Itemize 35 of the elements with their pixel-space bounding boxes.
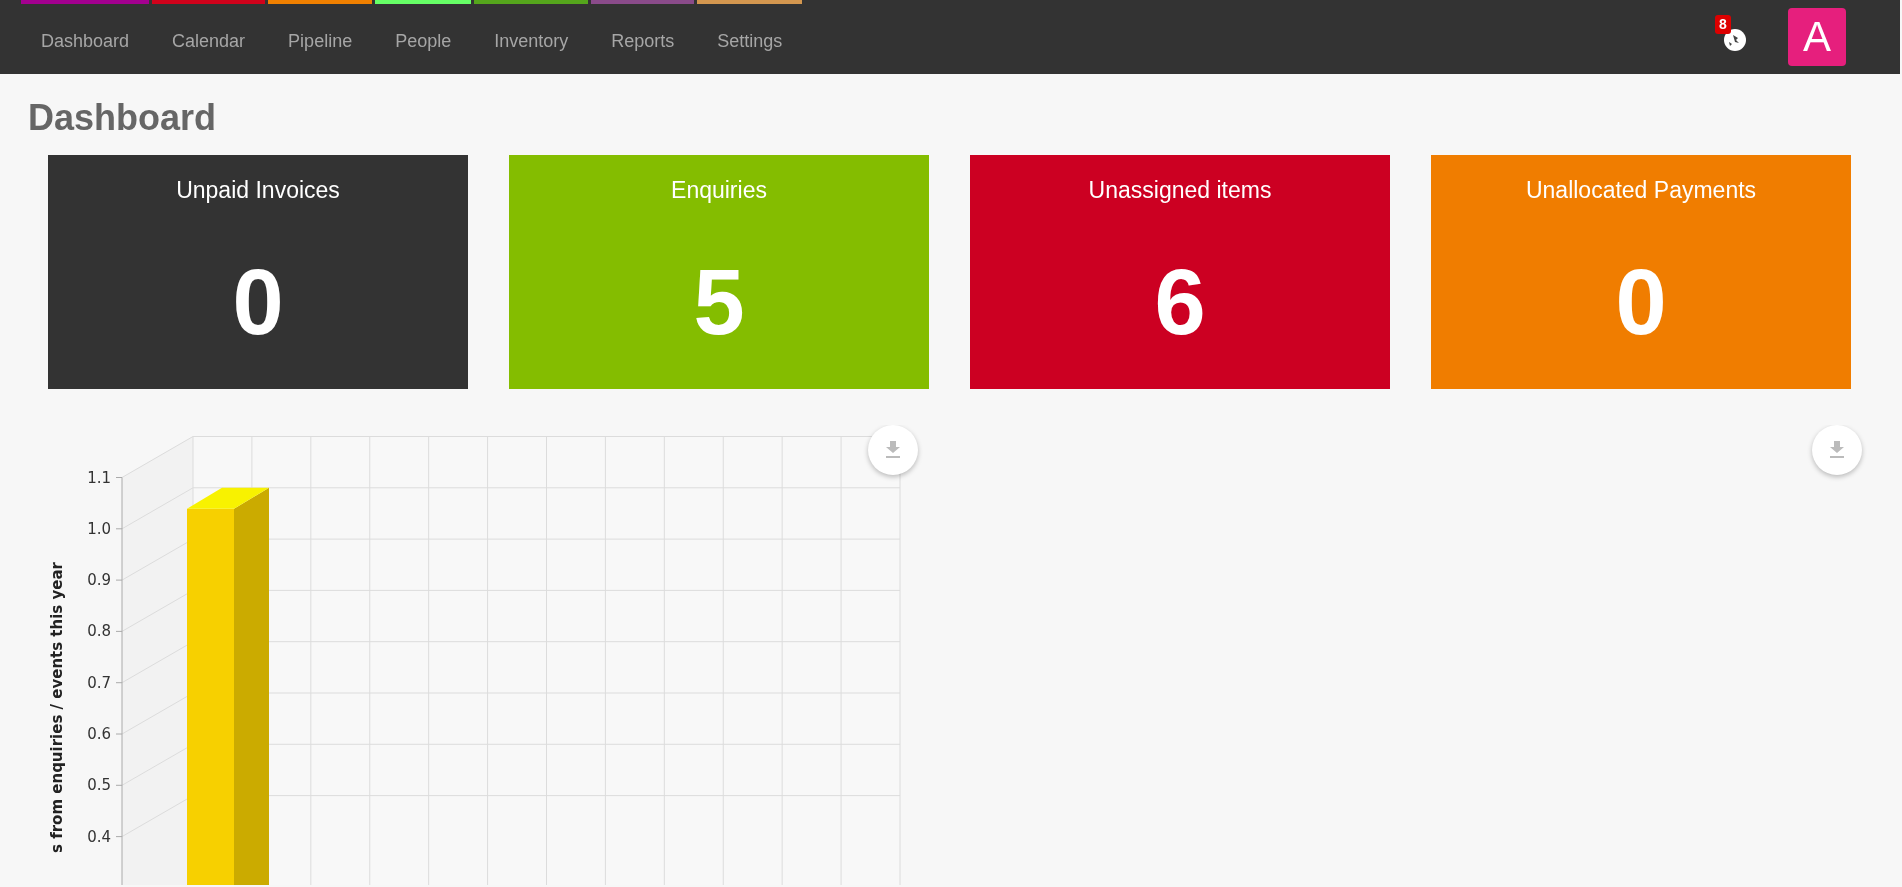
nav-link[interactable]: Inventory <box>474 4 589 52</box>
download-button[interactable] <box>1812 425 1862 475</box>
tick-label: 0.6 <box>87 725 111 743</box>
tick-label: 1.1 <box>87 468 111 487</box>
stat-card[interactable]: Unallocated Payments 0 <box>1431 155 1851 389</box>
download-button[interactable] <box>868 425 918 475</box>
stat-card[interactable]: Unpaid Invoices 0 <box>48 155 468 389</box>
card-title: Enquiries <box>671 177 767 204</box>
tick-label: 0.5 <box>87 776 111 795</box>
card-value: 5 <box>693 256 745 348</box>
tick-label: 1.0 <box>87 519 111 538</box>
notification-badge: 8 <box>1715 15 1731 34</box>
tick-label: 0.7 <box>87 673 111 692</box>
card-title: Unallocated Payments <box>1525 177 1757 204</box>
tick-label: 0.4 <box>87 827 111 846</box>
nav-link[interactable]: Settings <box>697 4 803 52</box>
stat-card[interactable]: Unassigned items 6 <box>970 155 1390 389</box>
axis-title: s from enquiries / events this year <box>48 562 66 853</box>
page-title: Dashboard <box>28 100 218 136</box>
nav-link[interactable]: Dashboard <box>21 4 150 52</box>
globe-icon[interactable] <box>1724 29 1746 51</box>
card-title: Unpaid Invoices <box>176 177 340 204</box>
tick-label: 0.8 <box>87 622 111 641</box>
nav-link[interactable]: Reports <box>591 4 695 52</box>
nav-link[interactable]: Pipeline <box>268 4 373 52</box>
card-value: 0 <box>1615 256 1667 348</box>
card-title: Unassigned items <box>1088 177 1272 204</box>
card-value: 6 <box>1154 256 1206 348</box>
download-icon <box>1829 441 1845 459</box>
download-icon <box>885 441 901 459</box>
tick-label: 0.9 <box>87 571 111 590</box>
nav-link[interactable]: People <box>375 4 472 52</box>
nav-link[interactable]: Calendar <box>152 4 266 52</box>
avatar[interactable]: A <box>1788 8 1846 66</box>
card-value: 0 <box>232 256 284 348</box>
